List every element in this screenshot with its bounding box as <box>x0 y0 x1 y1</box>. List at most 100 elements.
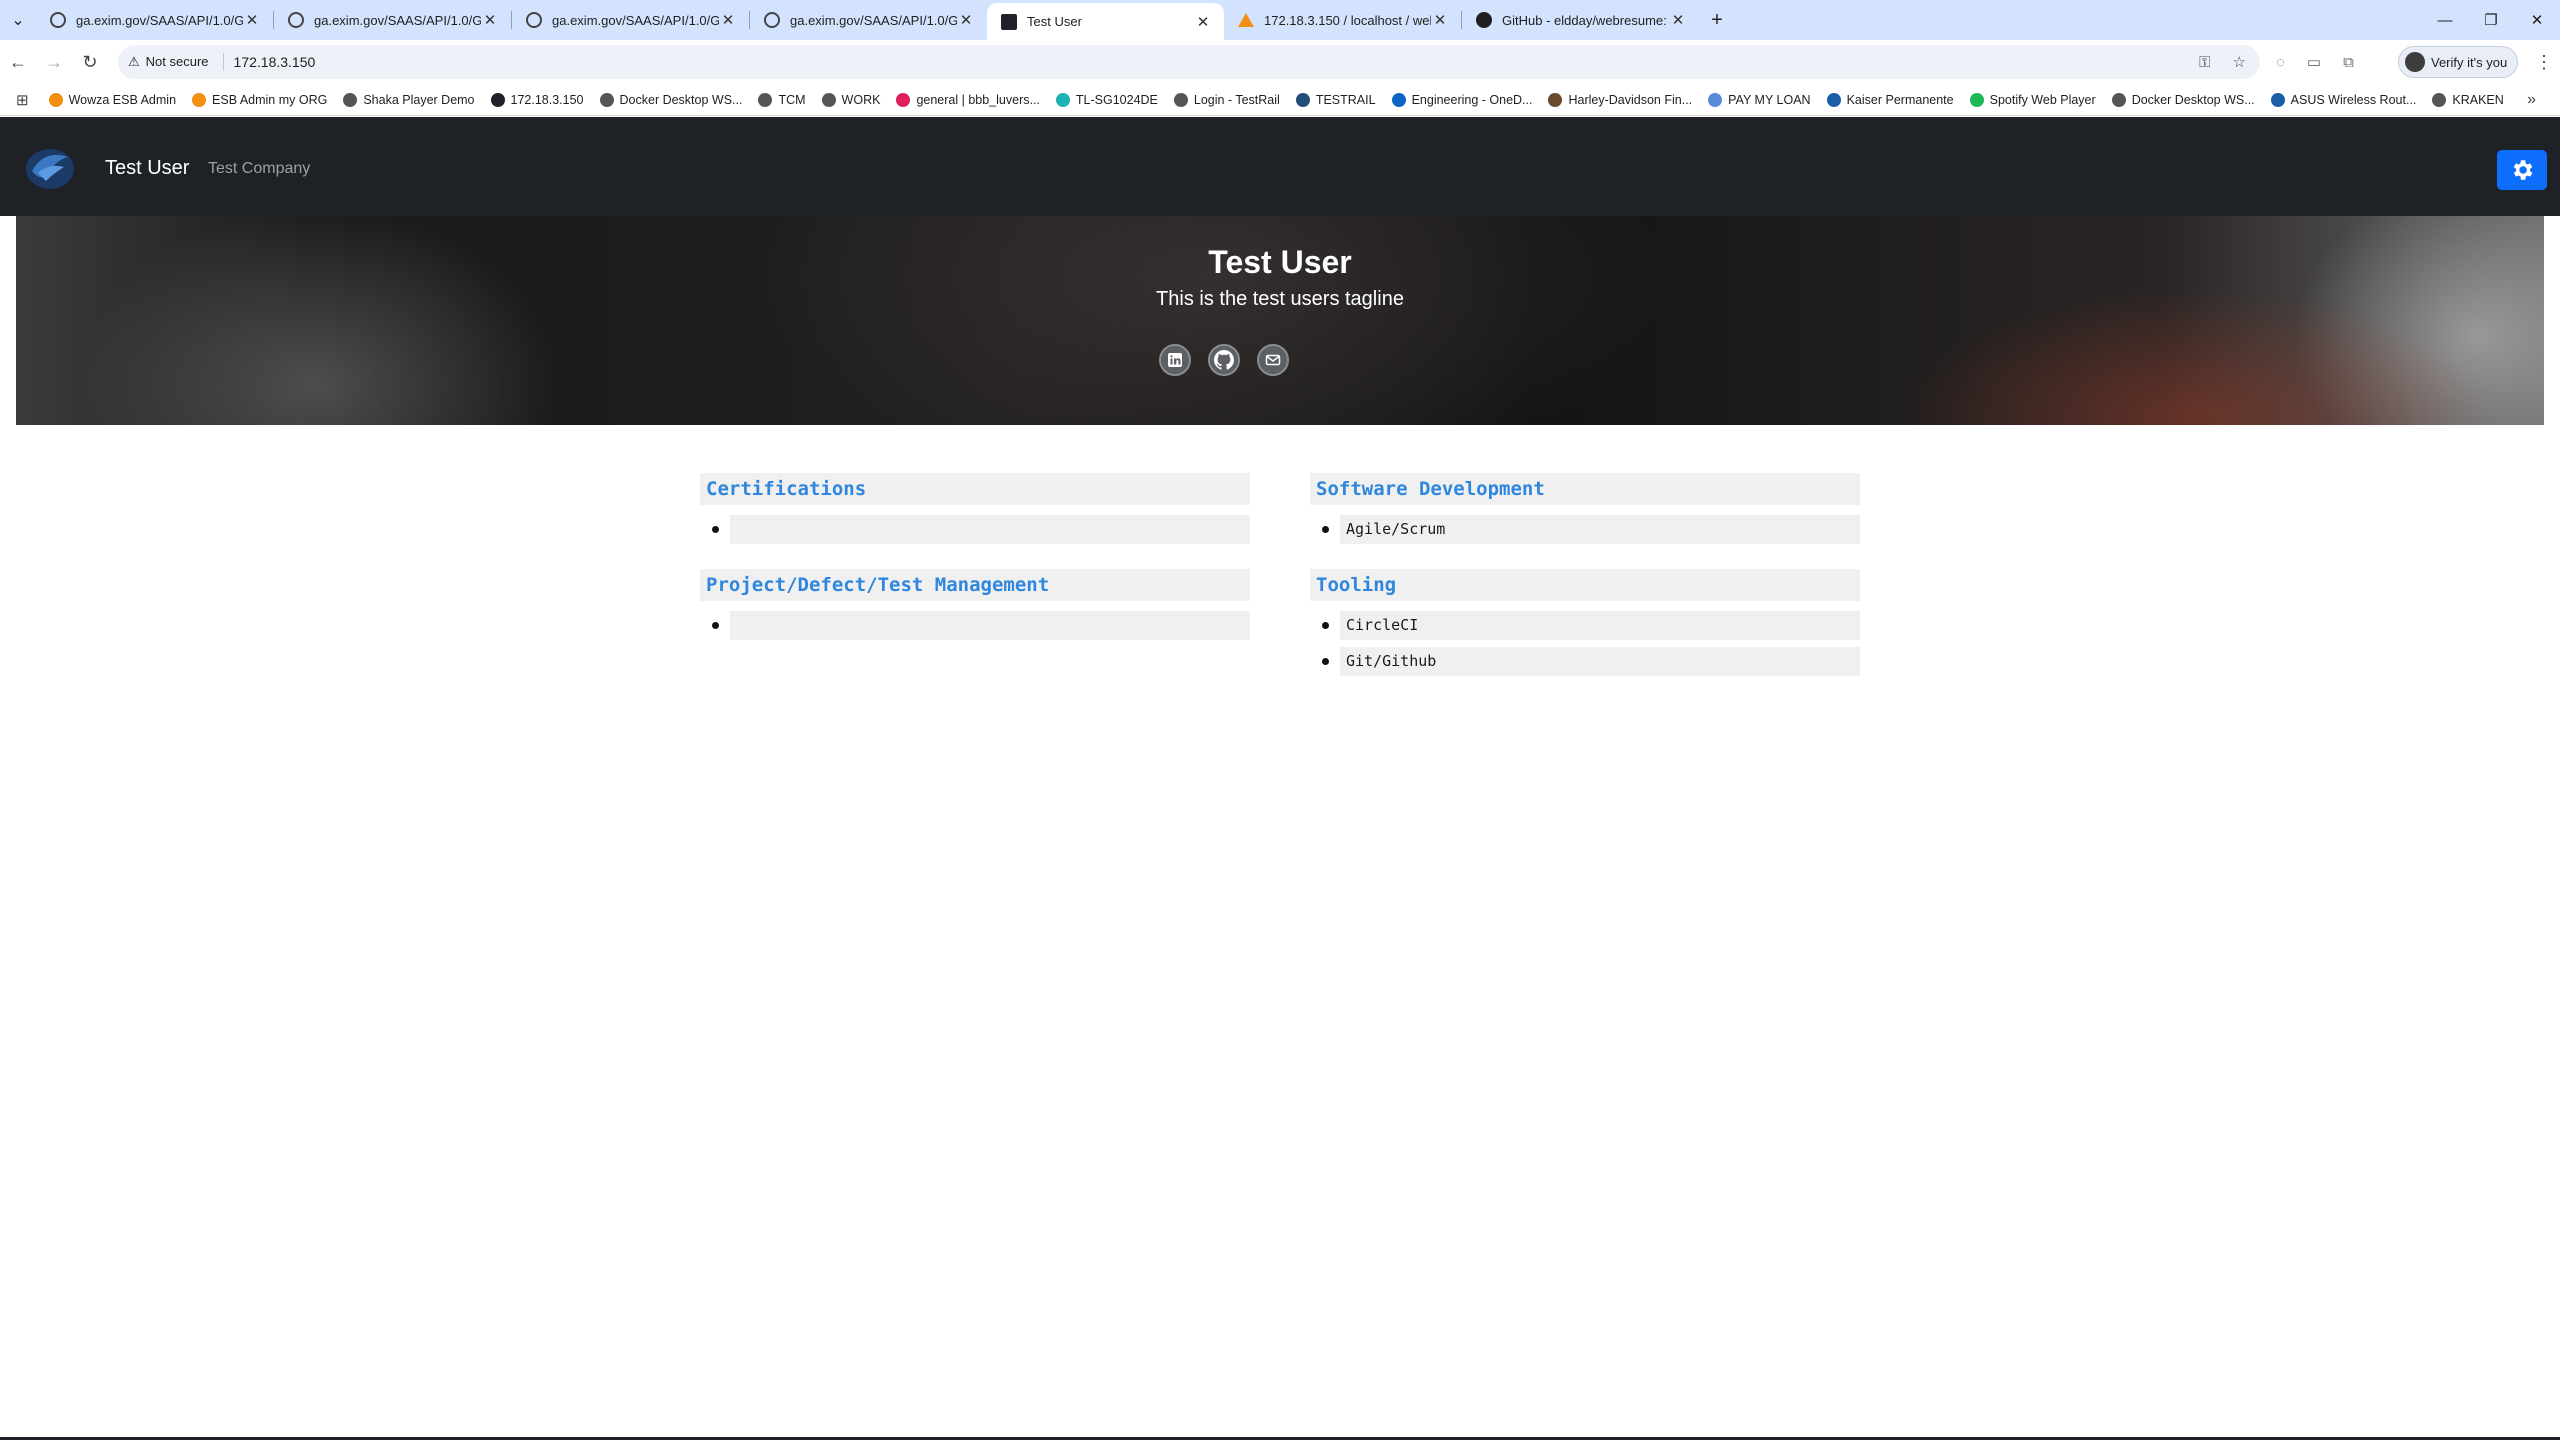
tab-search-icon[interactable]: ⌄ <box>0 0 36 40</box>
brand-name[interactable]: Test User <box>105 157 189 180</box>
new-tab-button[interactable]: + <box>1699 3 1735 37</box>
email-icon[interactable] <box>1257 344 1289 376</box>
security-label[interactable]: Not secure <box>146 53 224 71</box>
back-icon[interactable]: ← <box>0 44 36 80</box>
bookmark-item[interactable]: 172.18.3.150 <box>490 92 584 107</box>
bookmark-icon <box>48 92 63 107</box>
browser-tab-active[interactable]: Test User ✕ <box>987 3 1224 40</box>
browser-tab[interactable]: ga.exim.gov/SAAS/API/1.0/GET ✕ <box>274 3 511 37</box>
bookmark-icon <box>1548 92 1563 107</box>
extension-icon[interactable]: ▭ <box>2307 53 2321 71</box>
bookmark-item[interactable]: TESTRAIL <box>1295 92 1376 107</box>
phpmyadmin-icon <box>1238 13 1254 27</box>
list-item: Agile/Scrum <box>1310 515 1860 544</box>
bookmark-icon <box>343 92 358 107</box>
close-icon[interactable]: ✕ <box>957 11 975 29</box>
minimize-icon[interactable]: — <box>2422 0 2468 40</box>
section-list: CircleCI Git/Github <box>1310 611 1860 676</box>
browser-tab[interactable]: GitHub - eldday/webresume: Fi ✕ <box>1462 3 1699 37</box>
menu-icon[interactable]: ⋮ <box>2528 40 2560 84</box>
puzzle-icon[interactable]: ⧉ <box>2343 54 2354 71</box>
bookmark-icon <box>1708 92 1723 107</box>
close-icon[interactable]: ✕ <box>243 11 261 29</box>
bookmark-item[interactable]: general | bbb_luvers... <box>896 92 1040 107</box>
browser-tab[interactable]: 172.18.3.150 / localhost / webr ✕ <box>1224 3 1461 37</box>
bookmark-icon <box>2270 92 2285 107</box>
bookmark-item[interactable]: Spotify Web Player <box>1969 92 2096 107</box>
bookmark-item[interactable]: Engineering - OneD... <box>1391 92 1532 107</box>
bookmark-icon <box>599 92 614 107</box>
restore-icon[interactable]: ❐ <box>2468 0 2514 40</box>
tab-title: Test User <box>1027 14 1082 29</box>
github-icon[interactable] <box>1208 344 1240 376</box>
linkedin-icon[interactable] <box>1159 344 1191 376</box>
bookmark-item[interactable]: Kaiser Permanente <box>1826 92 1954 107</box>
more-bookmarks-icon[interactable]: » <box>2527 84 2536 115</box>
bookmark-item[interactable]: TL-SG1024DE <box>1055 92 1158 107</box>
bookmark-label: general | bbb_luvers... <box>916 92 1040 107</box>
page-content: Test User Test Company Test User This is… <box>0 117 2560 1440</box>
settings-button[interactable] <box>2497 150 2547 190</box>
brand-logo-icon[interactable] <box>24 143 76 191</box>
bookmark-item[interactable]: PAY MY LOAN <box>1708 92 1811 107</box>
bookmark-icon <box>1826 92 1841 107</box>
tab-title: GitHub - eldday/webresume: Fi <box>1502 12 1669 28</box>
bullet <box>712 526 719 533</box>
globe-icon <box>50 12 66 28</box>
close-icon[interactable]: ✕ <box>1194 13 1212 31</box>
bookmark-item[interactable]: WORK <box>821 92 881 107</box>
tab-title: 172.18.3.150 / localhost / webr <box>1264 12 1431 28</box>
bookmark-label: TESTRAIL <box>1315 92 1376 107</box>
site-icon <box>1001 13 1017 30</box>
close-icon[interactable]: ✕ <box>1431 11 1449 29</box>
close-window-icon[interactable]: ✕ <box>2514 0 2560 40</box>
tab-title: ga.exim.gov/SAAS/API/1.0/GET <box>552 12 719 28</box>
bookmark-star-icon[interactable]: ☆ <box>2233 53 2246 71</box>
bookmark-item[interactable]: Docker Desktop WS... <box>599 92 742 107</box>
bookmark-icon <box>2432 92 2447 107</box>
profile-button[interactable]: Verify it's you <box>2398 46 2518 78</box>
apps-grid-icon[interactable]: ⊞ <box>16 91 29 109</box>
bookmark-item[interactable]: TCM <box>758 92 806 107</box>
bookmark-item[interactable]: Login - TestRail <box>1173 92 1280 107</box>
bookmark-item[interactable]: Docker Desktop WS... <box>2111 92 2255 107</box>
section-title: Tooling <box>1310 569 1860 601</box>
bullet <box>1322 526 1329 533</box>
browser-tab[interactable]: ga.exim.gov/SAAS/API/1.0/GET ✕ <box>36 3 273 37</box>
password-key-icon[interactable]: ⚿ <box>2199 54 2210 71</box>
close-icon[interactable]: ✕ <box>719 11 737 29</box>
section-list <box>700 611 1250 640</box>
bookmark-icon <box>192 92 207 107</box>
section-title: Software Development <box>1310 473 1860 505</box>
warning-icon[interactable]: ⚠ <box>128 54 140 70</box>
extension-icon[interactable]: ◌ <box>2276 54 2285 71</box>
forward-icon[interactable]: → <box>36 44 72 80</box>
browser-toolbar: ← → ↻ ⚠ Not secure 172.18.3.150 ⚿ ☆ ◌ ▭ … <box>0 40 2560 84</box>
browser-tab[interactable]: ga.exim.gov/SAAS/API/1.0/GET ✕ <box>750 3 987 37</box>
tab-title: ga.exim.gov/SAAS/API/1.0/GET <box>790 12 957 28</box>
bookmark-item[interactable]: Wowza ESB Admin <box>48 92 177 107</box>
list-item-text: CircleCI <box>1340 611 1860 640</box>
company-name: Test Company <box>208 160 311 177</box>
hero-name: Test User <box>1208 244 1352 280</box>
reload-icon[interactable]: ↻ <box>72 44 108 80</box>
list-item-text: Agile/Scrum <box>1340 515 1860 544</box>
bookmark-item[interactable]: KRAKEN <box>2432 92 2504 107</box>
close-icon[interactable]: ✕ <box>1669 11 1687 29</box>
bookmark-item[interactable]: Harley-Davidson Fin... <box>1548 92 1692 107</box>
bookmark-label: WORK <box>841 92 881 107</box>
address-bar[interactable]: ⚠ Not secure 172.18.3.150 ⚿ ☆ <box>118 45 2260 79</box>
bookmark-label: Kaiser Permanente <box>1846 92 1954 107</box>
bookmarks-bar: ⊞ Wowza ESB Admin ESB Admin my ORG Shaka P… <box>0 84 2560 116</box>
globe-icon <box>764 12 780 28</box>
bookmark-item[interactable]: ESB Admin my ORG <box>192 92 327 107</box>
bookmark-label: Wowza ESB Admin <box>68 92 177 107</box>
bookmark-item[interactable]: ASUS Wireless Rout... <box>2270 92 2416 107</box>
hero-tagline: This is the test users tagline <box>1156 288 1404 310</box>
bookmark-item[interactable]: Shaka Player Demo <box>343 92 475 107</box>
bookmark-label: KRAKEN <box>2452 92 2504 107</box>
close-icon[interactable]: ✕ <box>481 11 499 29</box>
site-navbar: Test User Test Company <box>0 117 2560 216</box>
url-text[interactable]: 172.18.3.150 <box>234 54 316 70</box>
browser-tab[interactable]: ga.exim.gov/SAAS/API/1.0/GET ✕ <box>512 3 749 37</box>
